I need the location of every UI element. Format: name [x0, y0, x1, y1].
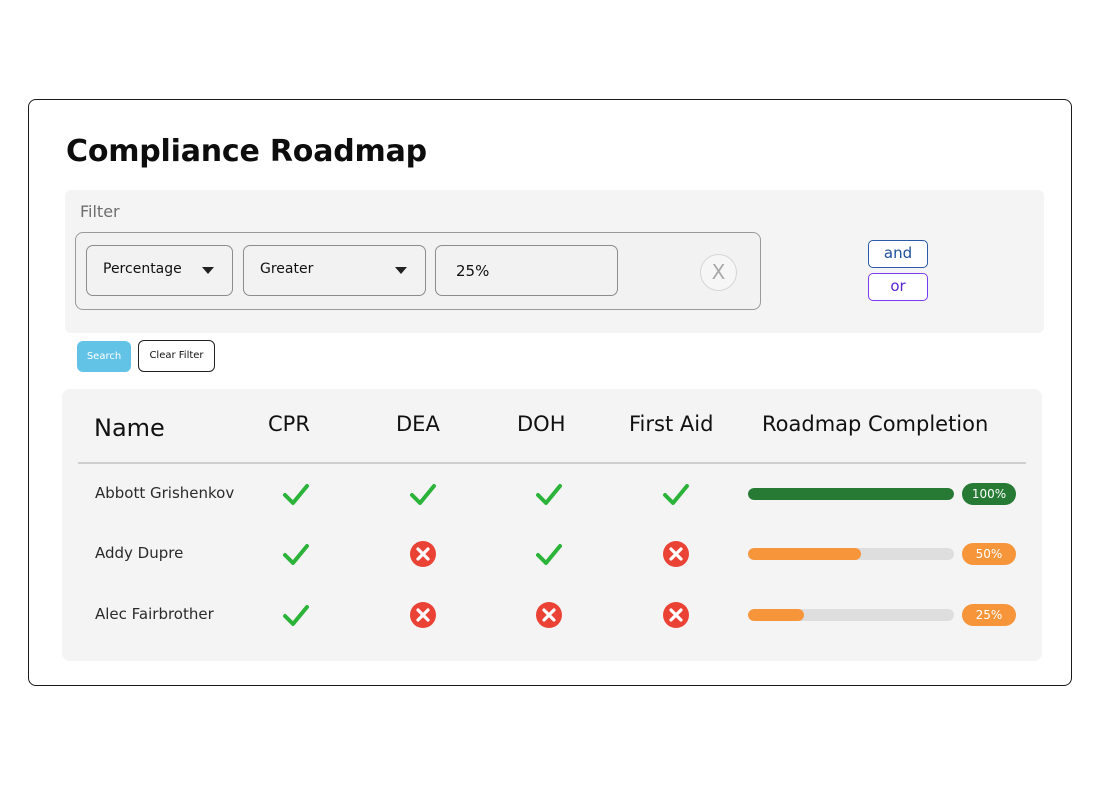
check-icon — [409, 480, 437, 508]
check-icon — [535, 480, 563, 508]
completion-progress-fill — [748, 548, 862, 560]
completion-progress-bar — [748, 488, 954, 500]
x-circle-icon — [662, 601, 690, 629]
operator-select-value: Greater — [260, 261, 314, 277]
operator-select[interactable]: Greater — [243, 245, 426, 296]
check-icon — [662, 480, 690, 508]
field-select-value: Percentage — [103, 261, 182, 277]
caret-down-icon — [395, 267, 407, 274]
search-button[interactable]: Search — [77, 341, 131, 372]
clear-filter-button[interactable]: Clear Filter — [138, 340, 215, 372]
or-button[interactable]: or — [868, 273, 928, 301]
caret-down-icon — [202, 267, 214, 274]
column-header-dea: DEA — [396, 412, 440, 436]
employee-name: Addy Dupre — [95, 544, 184, 562]
field-select[interactable]: Percentage — [86, 245, 233, 296]
completion-percent-badge: 100% — [962, 483, 1016, 505]
completion-progress-bar — [748, 548, 954, 560]
completion-percent-badge: 50% — [962, 543, 1016, 565]
x-circle-icon — [409, 540, 437, 568]
x-circle-icon — [535, 601, 563, 629]
completion-progress-fill — [748, 488, 954, 500]
column-header-first-aid: First Aid — [629, 412, 714, 436]
column-header-name: Name — [94, 414, 165, 442]
column-header-doh: DOH — [517, 412, 566, 436]
header-divider — [78, 462, 1026, 464]
completion-progress-fill — [748, 609, 804, 621]
x-circle-icon — [662, 540, 690, 568]
completion-percent-badge: 25% — [962, 604, 1016, 626]
check-icon — [282, 601, 310, 629]
employee-name: Abbott Grishenkov — [95, 484, 235, 502]
remove-condition-button[interactable]: X — [700, 254, 737, 291]
check-icon — [282, 480, 310, 508]
and-button[interactable]: and — [868, 240, 928, 268]
filter-value-input[interactable] — [435, 245, 618, 296]
employee-name: Alec Fairbrother — [95, 605, 214, 623]
completion-progress-bar — [748, 609, 954, 621]
column-header-cpr: CPR — [268, 412, 310, 436]
check-icon — [535, 540, 563, 568]
page-title: Compliance Roadmap — [66, 134, 427, 169]
filter-label: Filter — [80, 202, 120, 221]
x-circle-icon — [409, 601, 437, 629]
check-icon — [282, 540, 310, 568]
column-header-roadmap-completion: Roadmap Completion — [762, 412, 989, 436]
